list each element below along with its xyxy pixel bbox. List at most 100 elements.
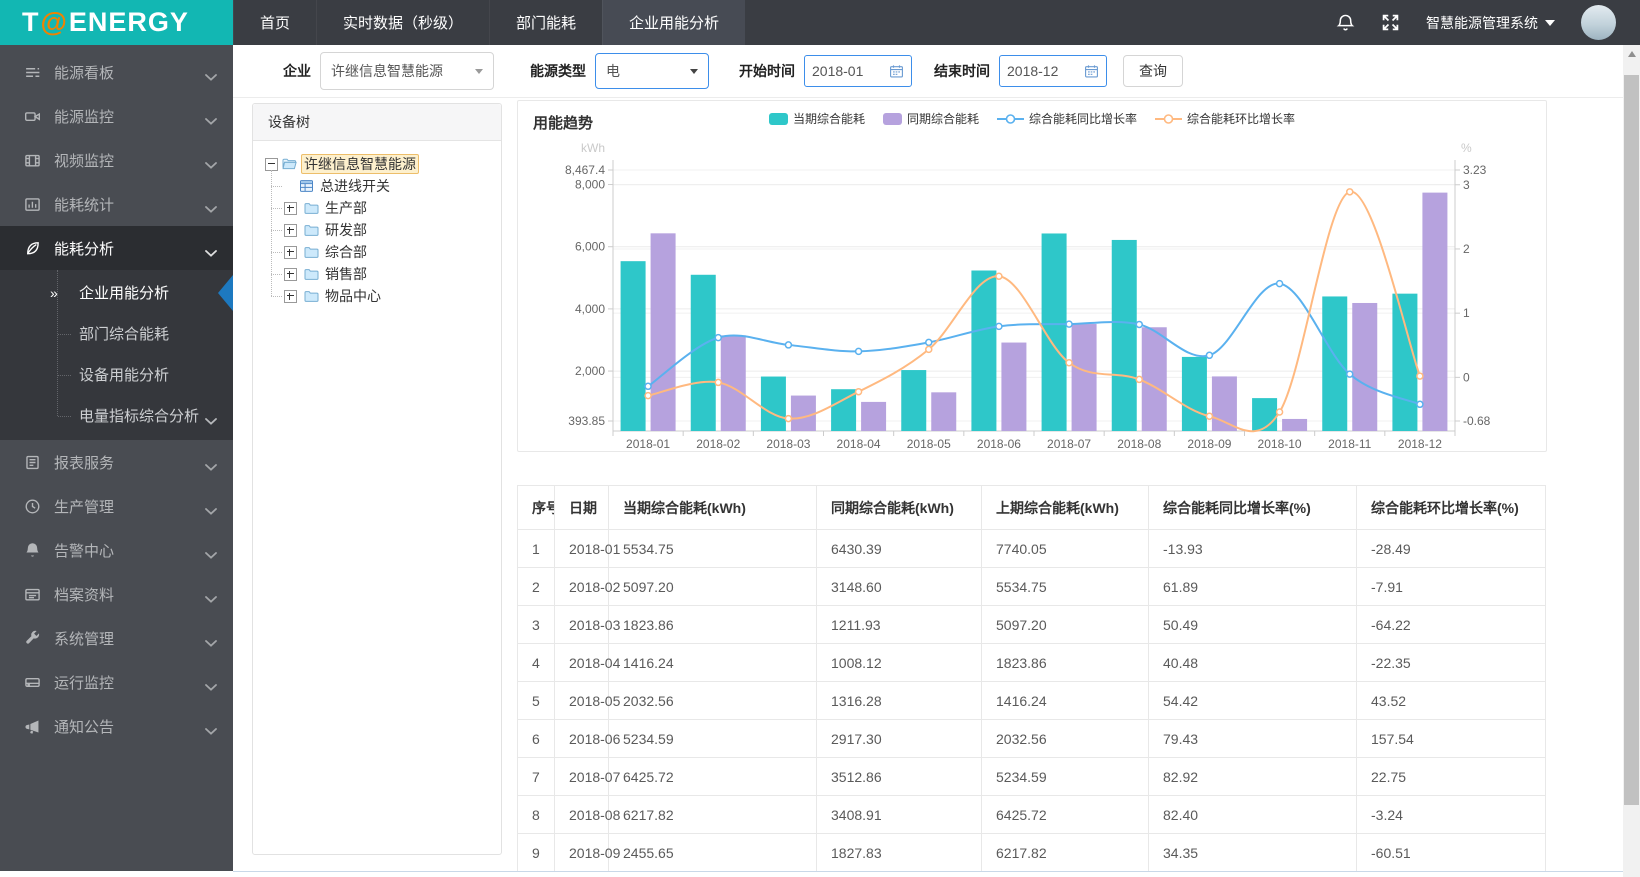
system-menu[interactable]: 智慧能源管理系统 [1426, 13, 1555, 33]
table-cell: 7 [517, 757, 555, 796]
column-header: 综合能耗环比增长率(%) [1356, 485, 1546, 530]
sidebar-subitem-power-index-analysis[interactable]: 电量指标综合分析 [0, 395, 233, 436]
query-button[interactable]: 查询 [1123, 55, 1183, 87]
logo-at-icon: @ [40, 7, 68, 37]
collapse-expander-icon[interactable] [265, 157, 278, 171]
end-date-value: 2018-12 [1007, 63, 1059, 79]
device-tree-header: 设备树 [253, 104, 501, 141]
tree-node-label[interactable]: 物品中心 [323, 287, 383, 305]
tree-node-label[interactable]: 总进线开关 [318, 177, 392, 195]
sidebar-item-notices[interactable]: 通知公告 [0, 704, 233, 748]
calendar-icon[interactable] [889, 64, 904, 79]
legend-item[interactable]: 同期综合能耗 [882, 110, 979, 127]
expand-expander-icon[interactable] [284, 267, 297, 281]
column-header: 序号 [517, 485, 555, 530]
chevron-down-icon [475, 68, 483, 74]
sidebar-item-energy-stats[interactable]: 能耗统计 [0, 182, 233, 226]
scrollbar-thumb[interactable] [1624, 75, 1639, 805]
legend-item[interactable]: 当期综合能耗 [768, 110, 865, 127]
top-navbar: 首页 实时数据（秒级） 部门能耗 企业用能分析 智慧能源管理系统 [233, 0, 1640, 45]
column-header: 当期综合能耗(kWh) [608, 485, 817, 530]
sidebar-item-alarm-center[interactable]: 告警中心 [0, 528, 233, 572]
sidebar-item-energy-monitor[interactable]: 能源监控 [0, 94, 233, 138]
sidebar-item-production-mgmt[interactable]: 生产管理 [0, 484, 233, 528]
bar-current-2018-11 [1322, 296, 1348, 431]
tree-node-sales-dept[interactable]: 销售部 [271, 263, 491, 285]
bar-same-period-2018-07 [1071, 324, 1097, 431]
table-cell: 50.49 [1148, 605, 1357, 644]
start-date-input[interactable]: 2018-01 [804, 55, 912, 87]
fullscreen-icon[interactable] [1381, 13, 1400, 32]
tab-enterprise-usage-analysis[interactable]: 企业用能分析 [602, 0, 746, 45]
sidebar-item-energy-analysis[interactable]: 能耗分析 [0, 226, 233, 270]
usage-trend-panel: 用能趋势 当期综合能耗 同期综合能耗 综合能耗同比增长率 综合能耗环比增长率 8,46… [517, 100, 1547, 452]
expand-expander-icon[interactable] [284, 245, 297, 259]
tree-node-production-dept[interactable]: 生产部 [271, 197, 491, 219]
svg-text:2018-10: 2018-10 [1258, 437, 1302, 449]
bar-current-2018-02 [690, 274, 716, 431]
avatar[interactable] [1581, 5, 1616, 40]
legend-item[interactable]: 综合能耗同比增长率 [997, 110, 1137, 127]
scrollbar-up-arrow[interactable] [1623, 45, 1640, 62]
tree-node-goods-center[interactable]: 物品中心 [271, 285, 491, 307]
tab-home[interactable]: 首页 [233, 0, 316, 45]
expand-expander-icon[interactable] [284, 223, 297, 237]
energy-type-select[interactable]: 电 [595, 53, 709, 89]
company-select[interactable]: 许继信息智慧能源 [320, 52, 494, 90]
sidebar-item-video-monitor[interactable]: 视频监控 [0, 138, 233, 182]
drive-icon [24, 674, 41, 691]
tree-node-rd-dept[interactable]: 研发部 [271, 219, 491, 241]
expand-expander-icon[interactable] [284, 289, 297, 303]
bar-same-period-2018-04 [861, 401, 887, 431]
sidebar-subitem-enterprise-usage-analysis[interactable]: » 企业用能分析 [0, 272, 233, 313]
bar-current-2018-12 [1392, 293, 1418, 431]
sidebar-subitem-department-comprehensive-energy[interactable]: 部门综合能耗 [0, 313, 233, 354]
sidebar-item-label: 能耗统计 [54, 196, 115, 214]
table-cell: 2018-06 [554, 719, 620, 758]
tree-node-main-incoming-switch[interactable]: 总进线开关 [271, 175, 491, 197]
tree-node-label[interactable]: 综合部 [323, 243, 369, 261]
table-row: 2 2018-02 5097.20 3148.60 5534.75 61.89 -7.91 [517, 567, 1546, 606]
table-cell: 79.43 [1148, 719, 1357, 758]
svg-text:2,000: 2,000 [575, 364, 605, 378]
table-cell: 2018-07 [554, 757, 620, 796]
sidebar-item-label: 能耗分析 [54, 240, 115, 258]
tree-node-label[interactable]: 销售部 [323, 265, 369, 283]
folder-icon [303, 288, 320, 304]
table-cell: 2018-08 [554, 795, 620, 834]
tree-node-xuji-info-smart-energy[interactable]: 许继信息智慧能源 [265, 153, 491, 175]
sidebar-item-archives[interactable]: 档案资料 [0, 572, 233, 616]
tree-node-label[interactable]: 许继信息智慧能源 [301, 154, 419, 174]
topnav-right: 智慧能源管理系统 [1336, 0, 1640, 45]
start-time-label: 开始时间 [739, 63, 795, 79]
svg-text:2018-02: 2018-02 [696, 437, 740, 449]
sidebar-item-operation-monitor[interactable]: 运行监控 [0, 660, 233, 704]
tab-realtime-data[interactable]: 实时数据（秒级） [316, 0, 489, 45]
expand-expander-icon[interactable] [284, 201, 297, 215]
clock-icon [24, 498, 41, 515]
sidebar-item-report-service[interactable]: 报表服务 [0, 440, 233, 484]
tab-department-energy[interactable]: 部门能耗 [489, 0, 602, 45]
sidebar-subitem-device-usage-analysis[interactable]: 设备用能分析 [0, 354, 233, 395]
tree-node-label[interactable]: 研发部 [323, 221, 369, 239]
sidebar-item-system-mgmt[interactable]: 系统管理 [0, 616, 233, 660]
active-item-arrows: » [50, 284, 58, 301]
table-cell: -7.91 [1356, 567, 1546, 606]
vertical-scrollbar[interactable] [1623, 45, 1640, 877]
chevron-down-icon [205, 590, 217, 603]
notification-bell-icon[interactable] [1336, 13, 1355, 32]
sidebar-item-energy-dashboard[interactable]: 能源看板 [0, 50, 233, 94]
system-label: 智慧能源管理系统 [1426, 14, 1538, 31]
calendar-icon[interactable] [1084, 64, 1099, 79]
tree-node-general-dept[interactable]: 综合部 [271, 241, 491, 263]
table-cell: 2018-09 [554, 833, 620, 872]
sidebar-item-label: 能源监控 [54, 108, 115, 126]
film-icon [24, 152, 41, 169]
table-cell: 6430.39 [816, 529, 982, 568]
tree-node-label[interactable]: 生产部 [323, 199, 369, 217]
svg-text:2018-06: 2018-06 [977, 437, 1021, 449]
chevron-down-icon [205, 502, 217, 515]
end-date-input[interactable]: 2018-12 [999, 55, 1107, 87]
table-cell: 2 [517, 567, 555, 606]
legend-item[interactable]: 综合能耗环比增长率 [1155, 110, 1295, 127]
